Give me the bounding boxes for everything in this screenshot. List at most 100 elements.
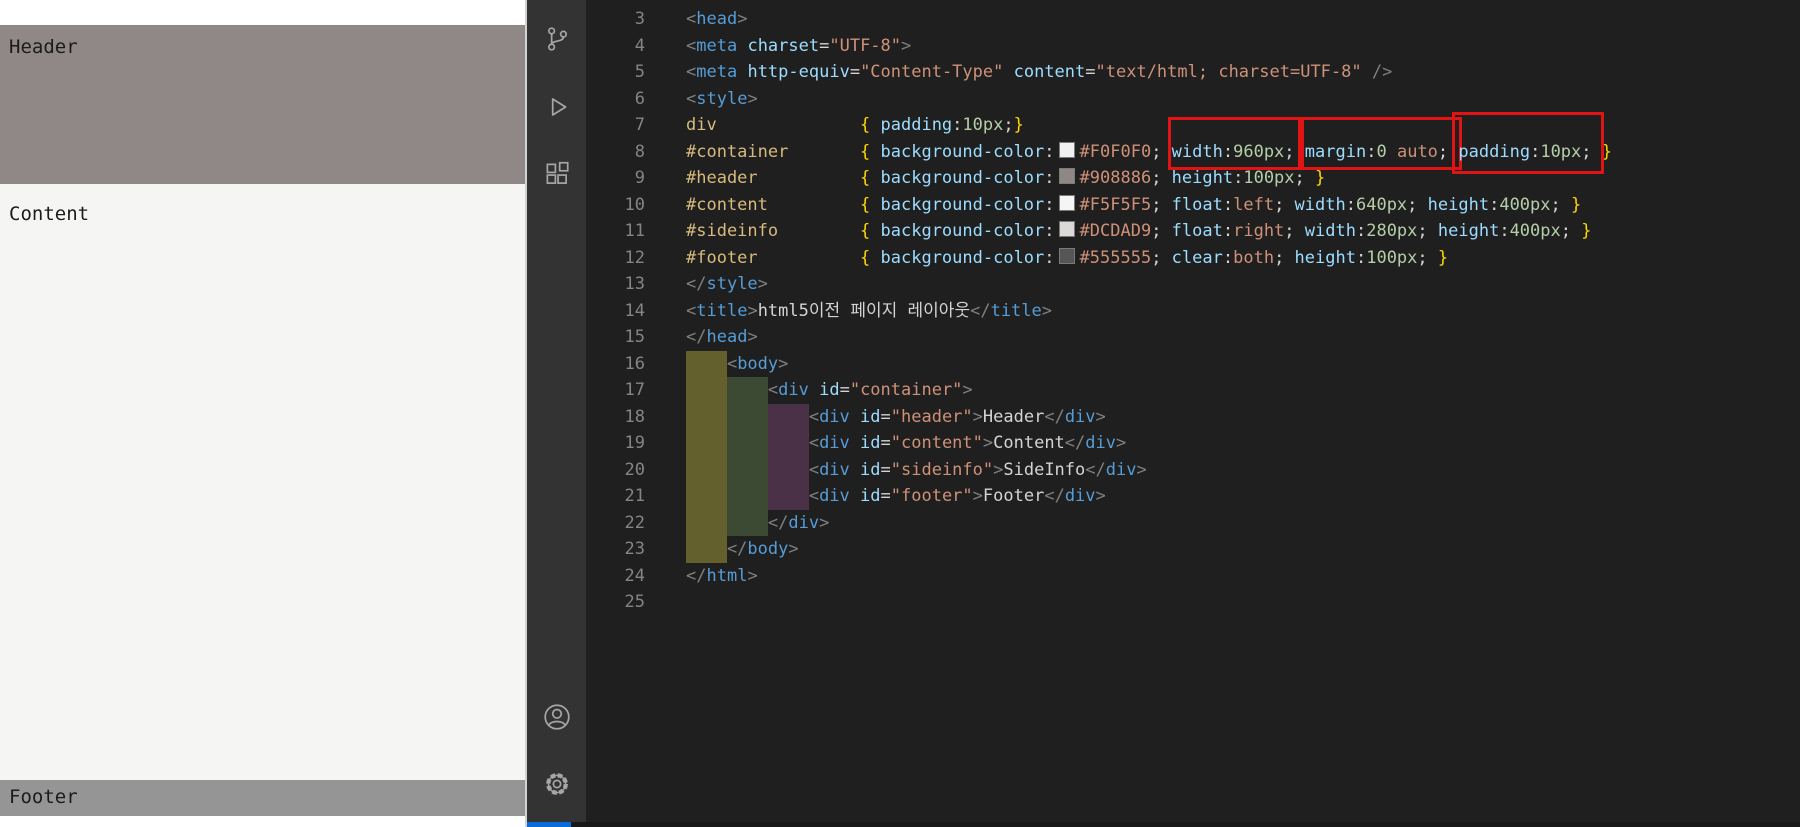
- code-line[interactable]: 13 </style>: [586, 271, 1800, 298]
- code-token: 400px: [1509, 221, 1561, 241]
- code-token: >: [778, 353, 789, 374]
- code-token: 280px: [1366, 221, 1418, 241]
- code-token: left: [1233, 194, 1275, 215]
- code-token: width: [1171, 141, 1223, 162]
- code-token: div: [1064, 486, 1096, 506]
- line-number: 14: [624, 300, 645, 321]
- indent-rainbow-block: [686, 509, 727, 536]
- remote-indicator[interactable]: ><: [527, 822, 571, 827]
- line-number: 4: [634, 35, 645, 56]
- code-token: <: [686, 35, 697, 56]
- line-number: 20: [624, 459, 645, 480]
- code-line[interactable]: 8 #container { background-color: #F0F0F0; …: [586, 112, 1800, 174]
- color-swatch[interactable]: [1058, 247, 1075, 264]
- code-token: Content: [993, 433, 1065, 453]
- line-content: <div id="sideinfo">SideInfo</div>: [686, 456, 1147, 483]
- extensions-icon[interactable]: [527, 144, 586, 203]
- color-swatch[interactable]: [1058, 194, 1075, 211]
- code-token: =: [880, 406, 891, 427]
- code-line[interactable]: 21 <div id="footer">Footer</div>: [586, 483, 1800, 510]
- code-token: =: [880, 433, 891, 453]
- code-line[interactable]: 23 </body>: [586, 536, 1800, 563]
- account-icon[interactable]: [527, 687, 586, 746]
- line-content: #content { background-color: #F5F5F5; flo…: [686, 192, 1581, 219]
- code-token: clear: [1171, 247, 1223, 268]
- color-swatch[interactable]: [1058, 168, 1075, 184]
- color-swatch[interactable]: [1058, 221, 1075, 237]
- code-token: body: [747, 539, 789, 559]
- code-token: :: [1355, 247, 1367, 268]
- code-line[interactable]: 19 <div id="content">Content</div>: [586, 430, 1800, 457]
- code-token: div: [819, 486, 850, 506]
- red-annotation-box: margin:0 auto;: [1300, 116, 1463, 170]
- code-token: >: [1136, 459, 1147, 480]
- code-token: }: [1581, 221, 1592, 241]
- code-token: </: [1044, 486, 1065, 506]
- code-token: #sideinfo: [686, 221, 779, 241]
- code-token: >: [982, 433, 994, 453]
- settings-gear-icon[interactable]: [527, 754, 586, 813]
- code-token: body: [737, 353, 779, 374]
- code-token: </: [970, 300, 991, 321]
- code-line[interactable]: 11 #sideinfo { background-color: #DCDAD9; …: [586, 218, 1800, 245]
- code-line[interactable]: 16 <body>: [586, 350, 1800, 377]
- code-line[interactable]: 6 <style>: [586, 86, 1800, 113]
- code-line[interactable]: 17 <div id="container">: [586, 377, 1800, 404]
- code-token: ;: [1417, 247, 1438, 268]
- line-number: 9: [634, 168, 645, 188]
- code-line[interactable]: 9 #header { background-color: #908886; hei…: [586, 165, 1800, 192]
- code-line[interactable]: 14 <title>html5이전 페이지 레이아웃</title>: [586, 298, 1800, 325]
- line-number: 8: [634, 141, 645, 162]
- red-annotation-box: width:960px;: [1167, 116, 1301, 170]
- preview-header-label: Header: [9, 36, 78, 58]
- code-token: width: [1294, 194, 1346, 215]
- code-line[interactable]: 3 <head>: [586, 6, 1800, 33]
- color-swatch[interactable]: [1058, 141, 1075, 158]
- code-token: <: [686, 300, 697, 321]
- code-editor[interactable]: 3 <head> 4 <meta charset="UTF-8"> 5 <meta htt…: [586, 0, 1800, 827]
- line-content: </style>: [686, 271, 768, 298]
- code-token: }: [1437, 247, 1449, 268]
- line-number: 11: [624, 221, 645, 241]
- run-debug-icon[interactable]: [527, 77, 586, 136]
- code-line[interactable]: 12 #footer { background-color: #555555; cl…: [586, 245, 1800, 272]
- code-line[interactable]: 5 <meta http-equiv="Content-Type" content…: [586, 59, 1800, 86]
- code-line[interactable]: 15 </head>: [586, 324, 1800, 351]
- code-line[interactable]: 22 </div>: [586, 509, 1800, 536]
- code-token: charset: [747, 35, 820, 56]
- source-control-icon[interactable]: [527, 9, 586, 68]
- code-line[interactable]: 18 <div id="header">Header</div>: [586, 403, 1800, 430]
- code-token: :: [1222, 247, 1234, 268]
- line-number: 24: [624, 565, 645, 586]
- line-content: #sideinfo { background-color: #DCDAD9; fl…: [686, 218, 1591, 245]
- code-token: 960px: [1233, 141, 1285, 162]
- code-token: html5이전 페이지 레이아웃: [757, 300, 971, 321]
- code-token: #footer: [686, 247, 758, 268]
- indent-rainbow-block: [686, 536, 727, 563]
- code-line[interactable]: 4 <meta charset="UTF-8">: [586, 33, 1800, 60]
- code-token: meta: [696, 62, 738, 82]
- code-token: "content": [890, 433, 983, 453]
- indent-rainbow-block: [686, 403, 727, 430]
- code-line[interactable]: 24 </html>: [586, 563, 1800, 590]
- line-number: 25: [624, 592, 645, 612]
- code-token: ;: [1550, 194, 1571, 215]
- code-token: >: [972, 486, 983, 506]
- red-annotation-box: padding:10px;: [1452, 112, 1604, 174]
- code-token: :: [1044, 194, 1055, 215]
- code-token: />: [1371, 62, 1393, 82]
- code-token: 10px: [962, 115, 1004, 135]
- code-line[interactable]: 25: [586, 589, 1800, 616]
- code-token: </: [726, 539, 748, 559]
- code-line[interactable]: 10 #content { background-color: #F5F5F5; f…: [586, 192, 1800, 219]
- code-token: #555555: [1079, 247, 1152, 268]
- code-line[interactable]: 7 div { padding:10px;}: [586, 112, 1800, 139]
- code-token: >: [993, 459, 1004, 480]
- code-token: </: [1044, 406, 1065, 427]
- code-line[interactable]: 20 <div id="sideinfo">SideInfo</div>: [586, 456, 1800, 483]
- line-content: <style>: [686, 86, 758, 113]
- code-token: >: [972, 406, 983, 427]
